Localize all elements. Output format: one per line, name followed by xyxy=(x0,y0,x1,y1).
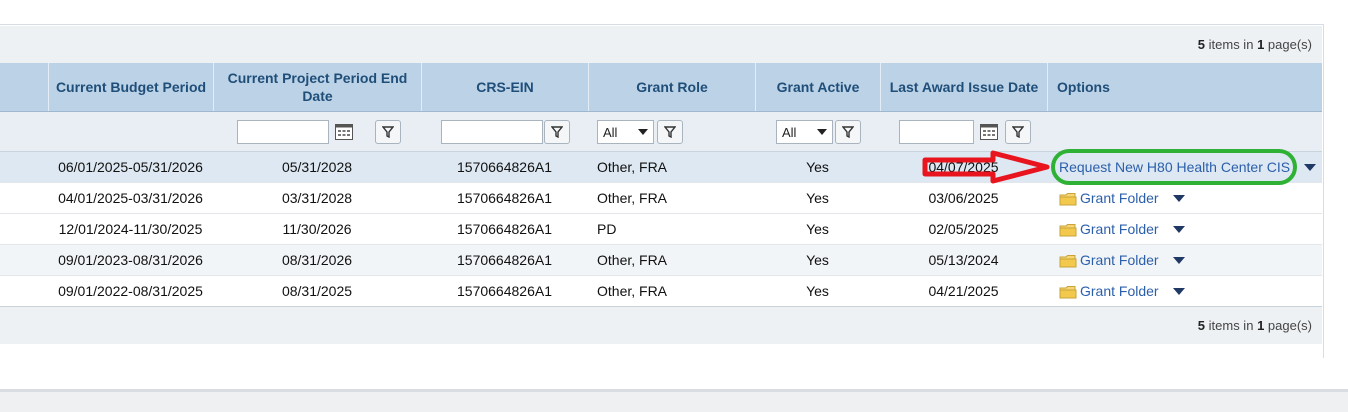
funnel-icon[interactable] xyxy=(1005,120,1031,144)
cell-grant-active: Yes xyxy=(806,252,829,268)
grant-active-filter-select[interactable]: All xyxy=(776,120,833,144)
request-h80-cis-link[interactable]: Request New H80 Health Center CIS xyxy=(1059,152,1290,183)
column-header-grant-role[interactable]: Grant Role xyxy=(588,63,755,111)
table-row[interactable]: 04/01/2025-03/31/2026 03/31/2028 1570664… xyxy=(0,183,1322,214)
cell-budget-period: 06/01/2025-05/31/2026 xyxy=(58,159,203,175)
grants-grid-panel: 5 items in 1 page(s) Current Budget Peri… xyxy=(0,24,1324,358)
cell-grant-role: PD xyxy=(597,221,617,237)
crs-ein-filter-input[interactable] xyxy=(441,120,543,144)
column-header-label: Grant Role xyxy=(636,79,708,95)
pager-text-mid: items in xyxy=(1208,318,1254,333)
grant-folder-link[interactable]: Grant Folder xyxy=(1080,276,1159,307)
table-row[interactable]: 09/01/2022-08/31/2025 08/31/2025 1570664… xyxy=(0,276,1322,307)
cell-grant-active: Yes xyxy=(806,283,829,299)
pager-page: 1 xyxy=(1257,318,1265,333)
cell-options: Grant Folder xyxy=(1059,183,1319,214)
chevron-down-icon[interactable] xyxy=(1172,195,1185,202)
table-row[interactable]: 09/01/2023-08/31/2026 08/31/2026 1570664… xyxy=(0,245,1322,276)
select-value: All xyxy=(782,124,797,140)
cell-options: Request New H80 Health Center CIS xyxy=(1059,152,1319,183)
column-header-label: Current Budget Period xyxy=(55,79,207,95)
chevron-down-icon[interactable] xyxy=(1172,226,1185,233)
project-end-filter-input[interactable] xyxy=(237,120,329,144)
chevron-down-icon xyxy=(638,129,648,135)
column-header-label: Last Award Issue Date xyxy=(889,79,1039,95)
funnel-icon[interactable] xyxy=(544,120,570,144)
cell-grant-active: Yes xyxy=(806,221,829,237)
grant-folder-link[interactable]: Grant Folder xyxy=(1080,183,1159,214)
cell-last-award: 02/05/2025 xyxy=(928,221,999,237)
column-header-options: Options xyxy=(1047,63,1322,111)
column-header-grant-active[interactable]: Grant Active xyxy=(755,63,880,111)
column-header-crs-ein[interactable]: CRS-EIN xyxy=(421,63,588,111)
funnel-icon[interactable] xyxy=(835,120,861,144)
cell-project-end: 11/30/2026 xyxy=(282,221,352,237)
cell-grant-active: Yes xyxy=(806,159,829,175)
column-header-project-end[interactable]: Current Project Period End Date xyxy=(213,63,421,111)
pager-text-mid: items in xyxy=(1208,37,1254,52)
cell-project-end: 05/31/2028 xyxy=(281,159,353,175)
cell-project-end: 08/31/2026 xyxy=(281,252,353,268)
cell-budget-period: 09/01/2023-08/31/2026 xyxy=(58,252,203,268)
chevron-down-icon xyxy=(817,129,827,135)
calendar-icon[interactable] xyxy=(978,122,1000,142)
cell-options: Grant Folder xyxy=(1059,214,1319,245)
table-header: Current Budget Period Current Project Pe… xyxy=(0,63,1322,112)
column-header-budget-period[interactable]: Current Budget Period xyxy=(48,63,213,111)
chevron-down-icon[interactable] xyxy=(1172,257,1185,264)
column-header-label: Grant Active xyxy=(776,79,860,95)
cell-last-award: 04/21/2025 xyxy=(928,283,999,299)
cell-crs-ein: 1570664826A1 xyxy=(457,283,552,299)
column-header-label: Current Project Period End Date xyxy=(227,70,408,104)
column-header-last-award[interactable]: Last Award Issue Date xyxy=(880,63,1047,111)
cell-last-award: 05/13/2024 xyxy=(928,252,999,268)
cell-grant-role: Other, FRA xyxy=(597,283,668,299)
cell-budget-period: 04/01/2025-03/31/2026 xyxy=(58,190,203,206)
pager-page: 1 xyxy=(1257,37,1265,52)
select-value: All xyxy=(603,124,618,140)
cell-crs-ein: 1570664826A1 xyxy=(457,190,552,206)
cell-project-end: 08/31/2025 xyxy=(281,283,353,299)
grant-folder-link[interactable]: Grant Folder xyxy=(1080,214,1159,245)
cell-crs-ein: 1570664826A1 xyxy=(457,252,552,268)
filter-row: All All xyxy=(0,112,1322,152)
folder-icon xyxy=(1059,254,1077,267)
grant-folder-link[interactable]: Grant Folder xyxy=(1080,245,1159,276)
cell-grant-role: Other, FRA xyxy=(597,252,668,268)
pager-count: 5 xyxy=(1197,37,1206,52)
cell-project-end: 03/31/2028 xyxy=(281,190,353,206)
table-row[interactable]: 06/01/2025-05/31/2026 05/31/2028 1570664… xyxy=(0,152,1322,183)
pager-text-end: page(s) xyxy=(1267,318,1312,333)
table-row[interactable]: 12/01/2024-11/30/2025 11/30/2026 1570664… xyxy=(0,214,1322,245)
cell-budget-period: 09/01/2022-08/31/2025 xyxy=(58,283,203,299)
folder-icon xyxy=(1059,223,1077,236)
cell-crs-ein: 1570664826A1 xyxy=(457,159,552,175)
column-header-label: CRS-EIN xyxy=(476,79,534,95)
cell-budget-period: 12/01/2024-11/30/2025 xyxy=(58,221,203,237)
pager-top: 5 items in 1 page(s) xyxy=(0,26,1322,63)
cell-options: Grant Folder xyxy=(1059,245,1319,276)
cell-crs-ein: 1570664826A1 xyxy=(457,221,552,237)
chevron-down-icon[interactable] xyxy=(1304,164,1317,171)
chevron-down-icon[interactable] xyxy=(1172,288,1185,295)
cell-grant-role: Other, FRA xyxy=(597,159,668,175)
calendar-icon[interactable] xyxy=(333,122,355,142)
folder-icon xyxy=(1059,285,1077,298)
cell-last-award: 04/07/2025 xyxy=(928,159,999,175)
cell-grant-active: Yes xyxy=(806,190,829,206)
pager-count: 5 xyxy=(1197,318,1206,333)
last-award-filter-input[interactable] xyxy=(899,120,974,144)
column-header-label: Options xyxy=(1057,79,1110,95)
grant-role-filter-select[interactable]: All xyxy=(597,120,654,144)
folder-icon xyxy=(1059,192,1077,205)
cell-options: Grant Folder xyxy=(1059,276,1319,307)
pager-text-end: page(s) xyxy=(1267,37,1312,52)
funnel-icon[interactable] xyxy=(375,120,401,144)
pager-bottom: 5 items in 1 page(s) xyxy=(0,306,1322,344)
cell-grant-role: Other, FRA xyxy=(597,190,668,206)
funnel-icon[interactable] xyxy=(657,120,683,144)
cell-last-award: 03/06/2025 xyxy=(928,190,999,206)
